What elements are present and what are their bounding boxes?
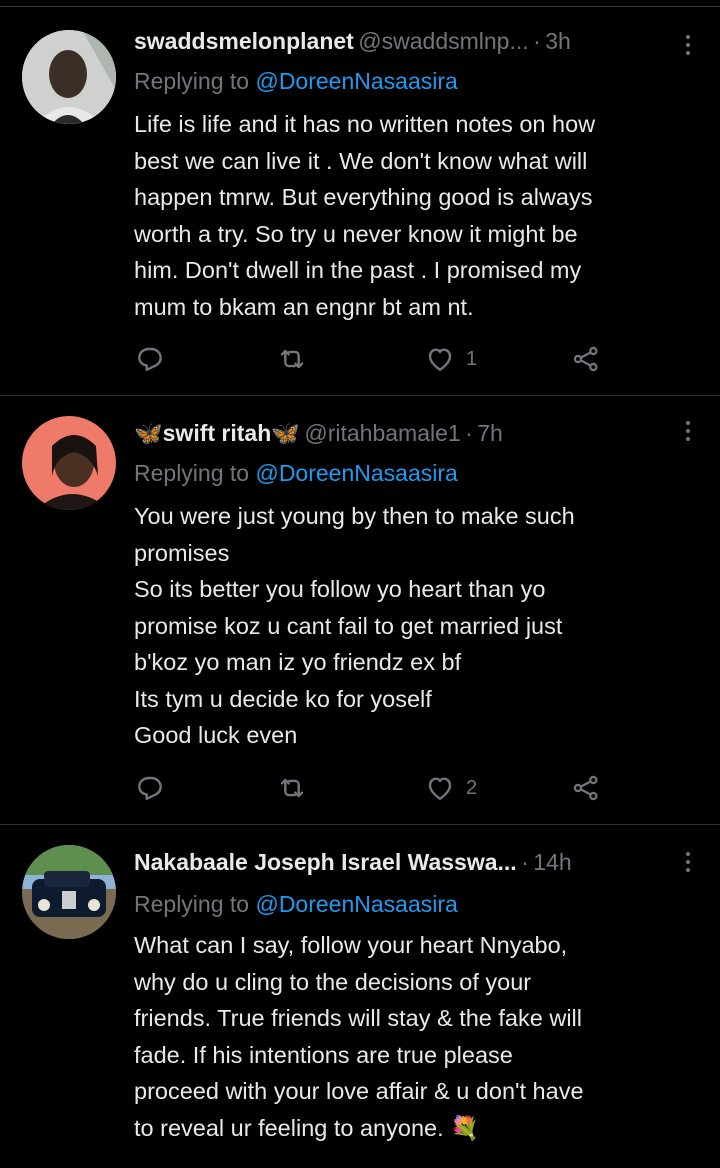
- action-bar: 1: [134, 341, 614, 377]
- reply-button[interactable]: [134, 770, 166, 806]
- share-button[interactable]: [570, 341, 602, 377]
- separator-dot: ·: [533, 28, 541, 54]
- separator-dot: ·: [465, 420, 473, 446]
- author-name[interactable]: swaddsmelonplanet: [134, 28, 354, 54]
- mention-link[interactable]: @DoreenNasaasira: [255, 68, 457, 94]
- replying-prefix: Replying to: [134, 891, 250, 917]
- more-icon[interactable]: [682, 416, 694, 446]
- butterfly-emoji: 🦋: [271, 420, 300, 446]
- share-icon: [573, 346, 598, 372]
- tweet-text: Life is life and it has no written notes…: [134, 111, 596, 320]
- mention-link[interactable]: @DoreenNasaasira: [255, 891, 457, 917]
- tweet-card[interactable]: swaddsmelonplanet @swaddsmlnp... · 3h Re…: [0, 8, 720, 396]
- tweet-text-body: What can I say, follow your heart Nnyabo…: [134, 932, 584, 1141]
- timestamp[interactable]: 14h: [533, 849, 571, 875]
- heart-icon: [428, 348, 452, 371]
- share-icon: [573, 775, 598, 801]
- like-count: 1: [466, 347, 478, 370]
- heart-icon: [428, 777, 452, 800]
- avatar[interactable]: [22, 845, 116, 939]
- mention-link[interactable]: @DoreenNasaasira: [255, 460, 457, 486]
- retweet-icon: [280, 778, 304, 798]
- more-icon[interactable]: [682, 30, 694, 60]
- reply-icon: [138, 776, 162, 800]
- avatar[interactable]: [22, 30, 116, 124]
- author-name[interactable]: 🦋swift ritah🦋: [134, 420, 300, 446]
- timestamp[interactable]: 3h: [545, 28, 571, 54]
- replying-to: Replying to @DoreenNasaasira: [134, 891, 458, 918]
- separator-dot: ·: [521, 849, 529, 875]
- reply-icon: [138, 347, 162, 371]
- tweet-header: swaddsmelonplanet @swaddsmlnp... · 3h: [134, 28, 680, 62]
- timestamp[interactable]: 7h: [477, 420, 503, 446]
- retweet-button[interactable]: [276, 341, 308, 377]
- tweet-card[interactable]: Nakabaale Joseph Israel Wasswa... · 14h …: [0, 825, 720, 1168]
- reply-button[interactable]: [134, 341, 166, 377]
- share-button[interactable]: [570, 770, 602, 806]
- author-handle[interactable]: @ritahbamale1: [304, 420, 460, 446]
- tweet-text: You were just young by then to make such…: [134, 503, 575, 748]
- action-bar: 2: [134, 770, 614, 806]
- more-icon[interactable]: [682, 847, 694, 877]
- tweet-text: What can I say, follow your heart Nnyabo…: [134, 927, 704, 1146]
- butterfly-emoji: 🦋: [134, 420, 163, 446]
- author-handle[interactable]: @swaddsmlnp...: [358, 28, 528, 54]
- retweet-button[interactable]: [276, 770, 308, 806]
- author-name[interactable]: Nakabaale Joseph Israel Wasswa...: [134, 849, 517, 875]
- replying-to: Replying to @DoreenNasaasira: [134, 68, 458, 95]
- like-button[interactable]: 1: [424, 341, 477, 377]
- tweet-header: Nakabaale Joseph Israel Wasswa... · 14h: [134, 849, 680, 883]
- avatar[interactable]: [22, 416, 116, 510]
- bouquet-emoji: 💐: [450, 1114, 480, 1141]
- like-button[interactable]: 2: [424, 770, 477, 806]
- replying-to: Replying to @DoreenNasaasira: [134, 460, 458, 487]
- replying-prefix: Replying to: [134, 460, 250, 486]
- author-name-text: swift ritah: [162, 420, 272, 446]
- tweet-card[interactable]: 🦋swift ritah🦋 @ritahbamale1 · 7h Replyin…: [0, 396, 720, 825]
- top-divider: [0, 6, 720, 7]
- tweet-header: 🦋swift ritah🦋 @ritahbamale1 · 7h: [134, 420, 680, 454]
- replying-prefix: Replying to: [134, 68, 250, 94]
- like-count: 2: [466, 776, 478, 799]
- retweet-icon: [280, 349, 304, 369]
